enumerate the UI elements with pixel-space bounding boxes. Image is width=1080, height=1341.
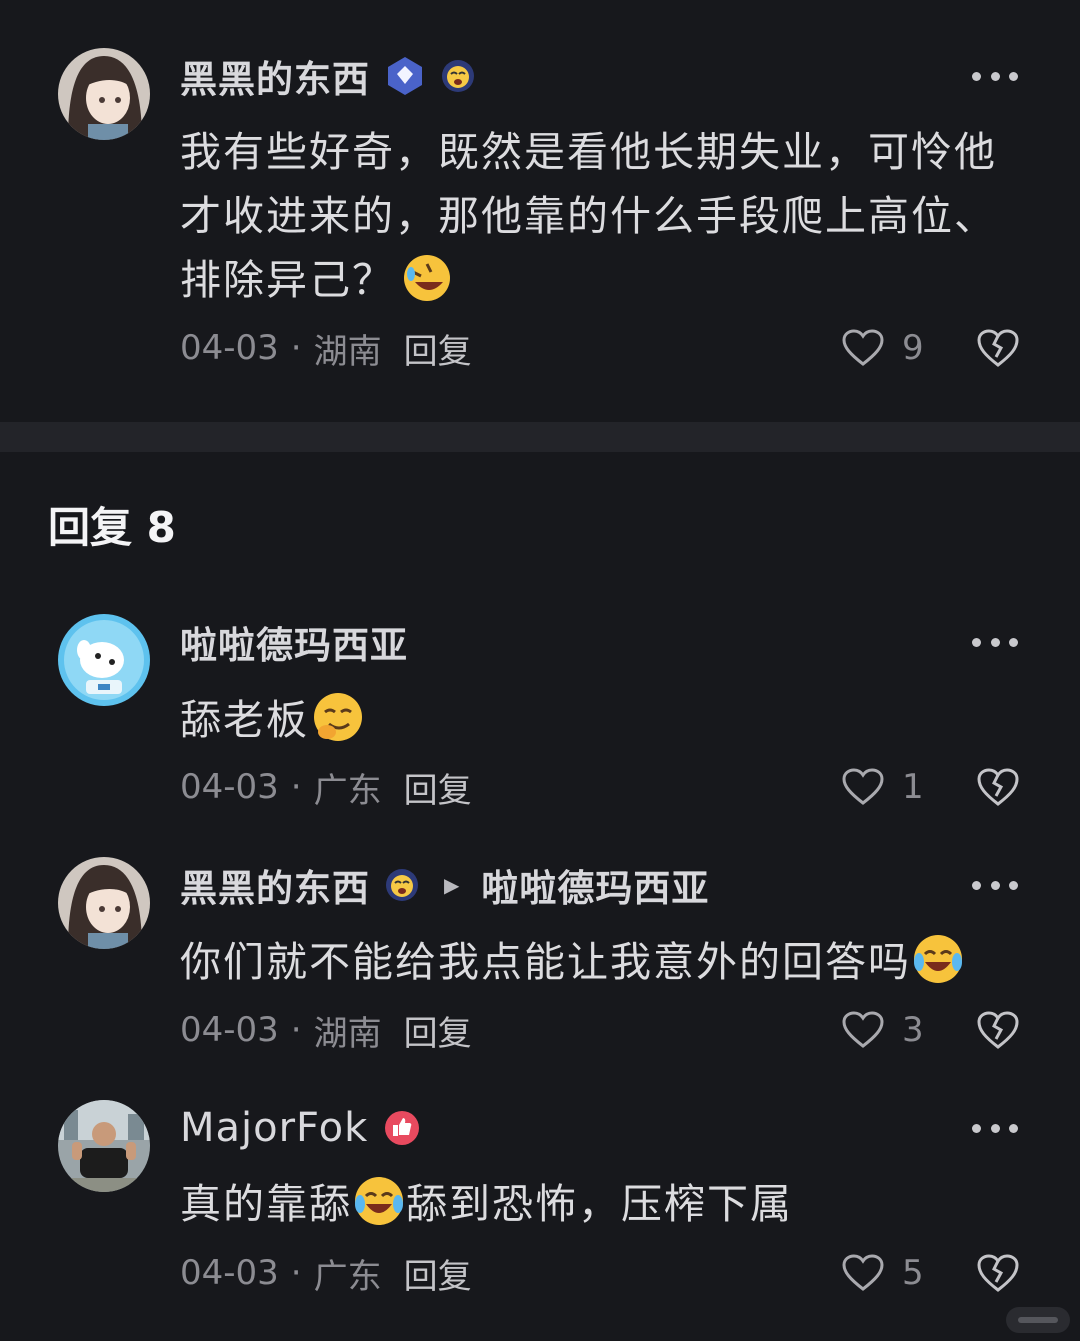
author-name[interactable]: MajorFok (180, 1105, 368, 1151)
more-icon[interactable] (972, 875, 1018, 895)
avatar[interactable] (58, 614, 150, 706)
heart-icon (842, 329, 884, 366)
dislike-button[interactable] (976, 1005, 1020, 1055)
dislike-button[interactable] (976, 1248, 1020, 1298)
avatar[interactable] (58, 1100, 150, 1192)
heart-icon (842, 1254, 884, 1291)
comment-location: 广东 (313, 1256, 382, 1297)
separator: · (290, 1253, 302, 1293)
comment-meta: 04-03 · 湖南 回复 (180, 1005, 472, 1055)
watermark-logo (1006, 1307, 1070, 1333)
comment-text: 真的靠舔 舔到恐怖，压榨下属 (180, 1172, 1030, 1246)
more-icon[interactable] (972, 66, 1018, 86)
section-divider (0, 422, 1080, 452)
avatar[interactable] (58, 48, 150, 140)
heart-icon (842, 768, 884, 805)
comment-text: 我有些好奇，既然是看他长期失业，可怜他才收进来的，那他靠的什么手段爬上高位、排除… (180, 120, 1030, 322)
person-photo-avatar-icon (58, 1100, 150, 1192)
author-name[interactable]: 黑黑的东西 (180, 858, 370, 912)
comment-text: 你们就不能给我点能让我意外的回答吗 (180, 930, 1030, 1004)
verified-diamond-icon (384, 55, 426, 97)
reply-button[interactable]: 回复 (404, 763, 472, 812)
comment-location: 湖南 (313, 331, 382, 372)
like-count: 1 (902, 767, 924, 807)
like-count: 5 (902, 1253, 924, 1293)
like-count: 3 (902, 1010, 924, 1050)
reply-button[interactable]: 回复 (404, 1006, 472, 1055)
comment-meta: 04-03 · 广东 回复 (180, 762, 472, 812)
thumbs-up-badge-icon (384, 1110, 420, 1146)
broken-heart-icon (977, 1254, 1019, 1292)
comment-meta: 04-03 · 湖南 回复 (180, 323, 472, 373)
like-button[interactable]: 3 (842, 1005, 924, 1055)
heart-icon (842, 1011, 884, 1048)
comment-date: 04-03 (180, 767, 279, 807)
anime-girl-avatar-icon (58, 857, 150, 949)
comment-text: 舔老板 (180, 688, 1030, 762)
astronaut-dog-avatar-icon (58, 614, 150, 706)
anime-girl-avatar-icon (58, 48, 150, 140)
laughing-crying-emoji (911, 932, 965, 1004)
author-name[interactable]: 黑黑的东西 (180, 49, 370, 103)
dislike-button[interactable] (976, 762, 1020, 812)
like-count: 9 (902, 328, 924, 368)
separator: · (290, 328, 302, 368)
comment-date: 04-03 (180, 1010, 279, 1050)
author-name[interactable]: 啦啦德玛西亚 (180, 615, 408, 669)
reply-button[interactable]: 回复 (404, 1249, 472, 1298)
more-icon[interactable] (972, 632, 1018, 652)
broken-heart-icon (977, 1011, 1019, 1049)
shushing-emoji (311, 690, 365, 762)
broken-heart-icon (977, 329, 1019, 367)
reply-arrow-icon: ▶ (444, 873, 460, 897)
crying-face-badge-icon (384, 867, 420, 903)
reply-to-name[interactable]: 啦啦德玛西亚 (481, 858, 709, 912)
separator: · (290, 1010, 302, 1050)
comment-location: 湖南 (313, 1013, 382, 1054)
comment-date: 04-03 (180, 1253, 279, 1293)
rofl-emoji (401, 252, 453, 322)
broken-heart-icon (977, 768, 1019, 806)
more-icon[interactable] (972, 1118, 1018, 1138)
like-button[interactable]: 1 (842, 762, 924, 812)
comment-date: 04-03 (180, 328, 279, 368)
reply-button[interactable]: 回复 (404, 324, 472, 373)
comment-meta: 04-03 · 广东 回复 (180, 1248, 472, 1298)
comment-location: 广东 (313, 770, 382, 811)
laughing-crying-emoji (352, 1174, 406, 1246)
like-button[interactable]: 9 (842, 323, 924, 373)
avatar[interactable] (58, 857, 150, 949)
crying-face-badge-icon (440, 58, 476, 94)
replies-header: 回复 8 (48, 503, 176, 552)
separator: · (290, 767, 302, 807)
dislike-button[interactable] (976, 323, 1020, 373)
like-button[interactable]: 5 (842, 1248, 924, 1298)
